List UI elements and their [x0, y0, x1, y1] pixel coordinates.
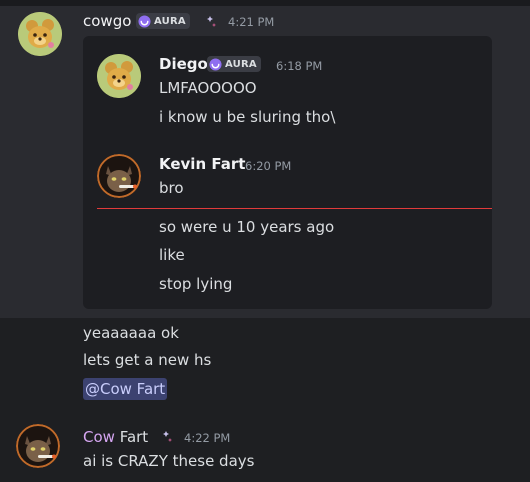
message-text: i know u be sluring tho\ [159, 108, 336, 126]
aura-icon [138, 14, 151, 28]
cowgo-timestamp: 4:21 PM [228, 15, 275, 29]
username-part: Cow [83, 428, 115, 446]
kevin-fart-username[interactable]: Kevin Fart [159, 155, 245, 173]
message-text: lets get a new hs [83, 351, 212, 369]
diego-username[interactable]: Diego [159, 55, 208, 73]
cow-fart-timestamp: 4:22 PM [184, 431, 231, 445]
message-text: like [159, 246, 185, 264]
diego-timestamp: 6:18 PM [276, 59, 323, 73]
cowgo-avatar[interactable] [18, 12, 62, 56]
sparkle-icon [207, 16, 216, 27]
aura-badge: AURA [207, 56, 261, 72]
sparkle-icon [163, 431, 172, 442]
new-messages-divider [97, 208, 492, 209]
aura-icon [209, 57, 222, 71]
username-part: Fart [114, 428, 149, 446]
user-mention[interactable]: @Cow Fart [83, 378, 168, 400]
cow-fart-username[interactable]: Cow Fart [83, 428, 148, 446]
diego-avatar[interactable] [97, 54, 141, 98]
aura-badge: AURA [136, 13, 190, 29]
kevin-fart-avatar[interactable] [97, 154, 141, 198]
message-text: bro [159, 179, 184, 197]
aura-badge-label: AURA [225, 58, 257, 70]
message-text: so were u 10 years ago [159, 218, 335, 236]
message-text: LMFAOOOOO [159, 79, 257, 97]
message-text: yeaaaaaa ok [83, 324, 179, 342]
aura-badge-label: AURA [154, 15, 186, 27]
cowgo-username[interactable]: cowgo [83, 12, 131, 30]
kevin-fart-timestamp: 6:20 PM [245, 159, 292, 173]
message-text: stop lying [159, 275, 233, 293]
message-text: ai is CRAZY these days [83, 452, 255, 470]
cow-fart-avatar[interactable] [16, 424, 60, 468]
